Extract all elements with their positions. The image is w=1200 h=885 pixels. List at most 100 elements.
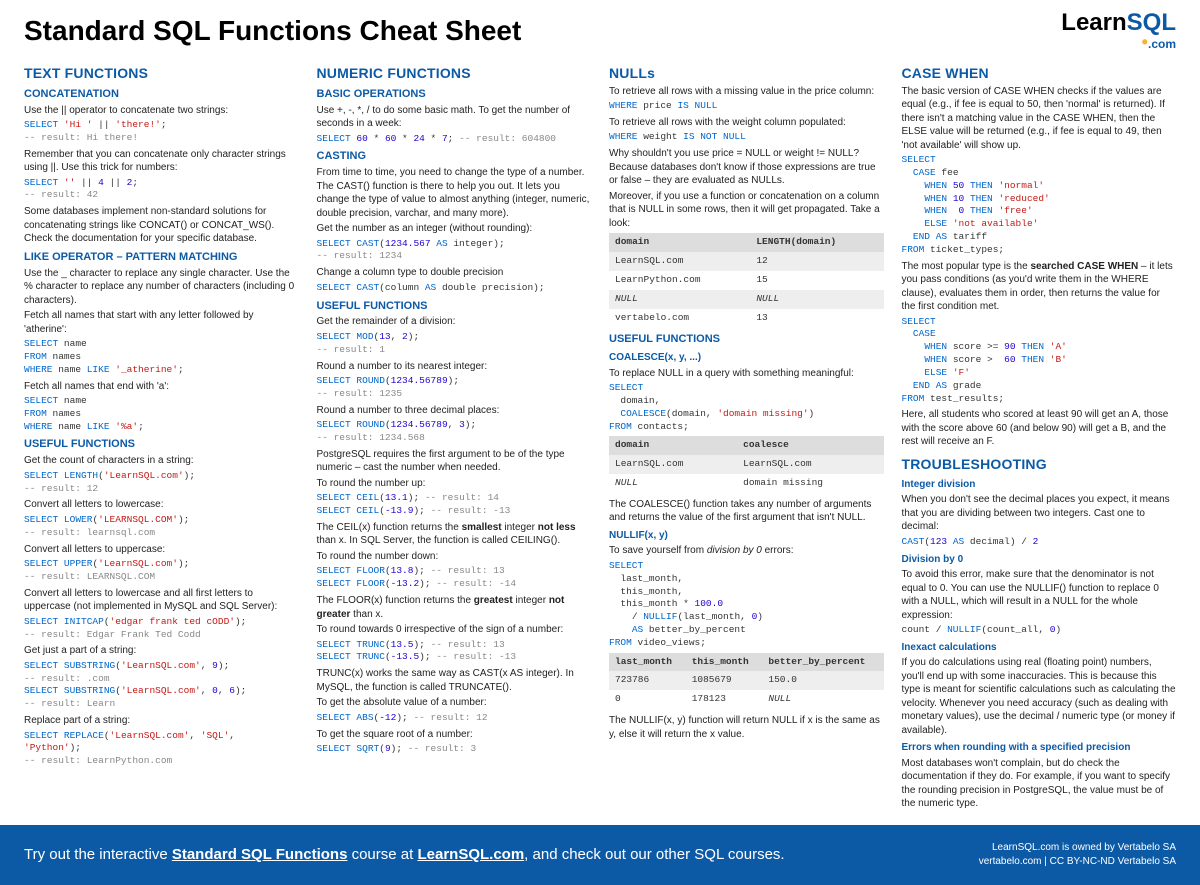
text: Some databases implement non-standard so…: [24, 205, 299, 246]
heading-integer-division: Integer division: [902, 478, 1177, 492]
table-nullif: last_monththis_monthbetter_by_percent 72…: [609, 653, 884, 709]
code-block: SELECT CAST(1234.567 AS integer); -- res…: [317, 238, 592, 264]
text: To round the number down:: [317, 550, 592, 564]
code-block: WHERE price IS NULL: [609, 100, 884, 113]
table-row: NULLNULL: [609, 290, 884, 309]
text: TRUNC(x) works the same way as CAST(x AS…: [317, 667, 592, 694]
text: To replace NULL in a query with somethin…: [609, 367, 884, 381]
text: Use the _ character to replace any singl…: [24, 267, 299, 308]
table-row: LearnSQL.com12: [609, 252, 884, 271]
text: Remember that you can concatenate only c…: [24, 148, 299, 175]
code-block: SELECT ROUND(1234.56789, 3); -- result: …: [317, 419, 592, 445]
text: Most databases won't complain, but do ch…: [902, 757, 1177, 811]
code-block: SELECT '' || 4 || 2; -- result: 42: [24, 177, 299, 203]
text: The CEIL(x) function returns the smalles…: [317, 521, 592, 548]
page: Standard SQL Functions Cheat Sheet Learn…: [0, 0, 1200, 885]
table-row: NULLdomain missing: [609, 474, 884, 493]
table-row: LearnPython.com15: [609, 271, 884, 290]
footer-left: Try out the interactive Standard SQL Fun…: [24, 846, 785, 863]
text: Fetch all names that end with 'a':: [24, 380, 299, 394]
text: If you do calculations using real (float…: [902, 656, 1177, 737]
text: To retrieve all rows with a missing valu…: [609, 85, 884, 99]
text: When you don't see the decimal places yo…: [902, 493, 1177, 534]
code-block: SELECT LOWER('LEARNSQL.COM'); -- result:…: [24, 514, 299, 540]
heading-text-functions: TEXT FUNCTIONS: [24, 64, 299, 83]
text: PostgreSQL requires the first argument t…: [317, 448, 592, 475]
code-block: SELECT LENGTH('LearnSQL.com'); -- result…: [24, 470, 299, 496]
heading-basic-operations: BASIC OPERATIONS: [317, 87, 592, 102]
code-block: SELECT CAST(column AS double precision);: [317, 282, 592, 295]
heading-case-when: CASE WHEN: [902, 64, 1177, 83]
columns: TEXT FUNCTIONS CONCATENATION Use the || …: [0, 58, 1200, 825]
text: Change a column type to double precision: [317, 266, 592, 280]
code-block: SELECT ROUND(1234.56789); -- result: 123…: [317, 375, 592, 401]
table-row: 7237861085679150.0: [609, 671, 884, 690]
footer: Try out the interactive Standard SQL Fun…: [0, 825, 1200, 885]
code-block: SELECT INITCAP('edgar frank ted cODD'); …: [24, 616, 299, 642]
text: From time to time, you need to change th…: [317, 166, 592, 220]
text: To round towards 0 irrespective of the s…: [317, 623, 592, 637]
text: Get just a part of a string:: [24, 644, 299, 658]
text: Why shouldn't you use price = NULL or we…: [609, 147, 884, 188]
table-coalesce: domaincoalesce LearnSQL.comLearnSQL.com …: [609, 436, 884, 492]
code-block: SELECT last_month, this_month, this_mont…: [609, 560, 884, 650]
link-learnsql[interactable]: LearnSQL.com: [417, 846, 524, 863]
text: Convert all letters to uppercase:: [24, 543, 299, 557]
text: To round the number up:: [317, 477, 592, 491]
code-block: SELECT CEIL(13.1); -- result: 14 SELECT …: [317, 492, 592, 518]
footer-right: LearnSQL.com is owned by Vertabelo SA ve…: [979, 841, 1176, 869]
code-block: SELECT UPPER('LearnSQL.com'); -- result:…: [24, 558, 299, 584]
link-course[interactable]: Standard SQL Functions: [172, 846, 348, 863]
heading-useful-functions-2: USEFUL FUNCTIONS: [317, 299, 592, 314]
heading-coalesce: COALESCE(x, y, ...): [609, 351, 884, 365]
heading-division-by-zero: Division by 0: [902, 553, 1177, 567]
code-block: SELECT name FROM names WHERE name LIKE '…: [24, 338, 299, 376]
column-1: TEXT FUNCTIONS CONCATENATION Use the || …: [24, 58, 299, 813]
column-4: CASE WHEN The basic version of CASE WHEN…: [902, 58, 1177, 813]
text: Replace part of a string:: [24, 714, 299, 728]
code-block: SELECT CASE WHEN score >= 90 THEN 'A' WH…: [902, 316, 1177, 406]
code-block: SELECT FLOOR(13.8); -- result: 13 SELECT…: [317, 565, 592, 591]
heading-rounding-errors: Errors when rounding with a specified pr…: [902, 741, 1177, 755]
code-block: SELECT name FROM names WHERE name LIKE '…: [24, 395, 299, 433]
text: To retrieve all rows with the weight col…: [609, 116, 884, 130]
code-block: SELECT 60 * 60 * 24 * 7; -- result: 6048…: [317, 133, 592, 146]
text: Convert all letters to lowercase:: [24, 498, 299, 512]
code-block: SELECT ABS(-12); -- result: 12: [317, 712, 592, 725]
table-length-domain: domainLENGTH(domain) LearnSQL.com12 Lear…: [609, 233, 884, 327]
heading-nulls: NULLs: [609, 64, 884, 83]
heading-inexact-calculations: Inexact calculations: [902, 641, 1177, 655]
heading-numeric-functions: NUMERIC FUNCTIONS: [317, 64, 592, 83]
text: Use +, -, *, / to do some basic math. To…: [317, 104, 592, 131]
code-block: SELECT SQRT(9); -- result: 3: [317, 743, 592, 756]
text: Here, all students who scored at least 9…: [902, 408, 1177, 449]
header: Standard SQL Functions Cheat Sheet Learn…: [0, 0, 1200, 58]
text: Get the count of characters in a string:: [24, 454, 299, 468]
table-row: LearnSQL.comLearnSQL.com: [609, 455, 884, 474]
text: The most popular type is the searched CA…: [902, 260, 1177, 314]
code-block: WHERE weight IS NOT NULL: [609, 131, 884, 144]
text: Moreover, if you use a function or conca…: [609, 190, 884, 231]
heading-concatenation: CONCATENATION: [24, 87, 299, 102]
text: Round a number to its nearest integer:: [317, 360, 592, 374]
heading-casting: CASTING: [317, 149, 592, 164]
column-2: NUMERIC FUNCTIONS BASIC OPERATIONS Use +…: [317, 58, 592, 813]
text: Use the || operator to concatenate two s…: [24, 104, 299, 118]
code-block: SELECT SUBSTRING('LearnSQL.com', 9); -- …: [24, 660, 299, 711]
text: The basic version of CASE WHEN checks if…: [902, 85, 1177, 153]
logo: LearnSQL •.com: [1061, 12, 1176, 50]
text: To get the absolute value of a number:: [317, 696, 592, 710]
column-3: NULLs To retrieve all rows with a missin…: [609, 58, 884, 813]
page-title: Standard SQL Functions Cheat Sheet: [24, 15, 521, 47]
code-block: SELECT domain, COALESCE(domain, 'domain …: [609, 382, 884, 433]
text: The COALESCE() function takes any number…: [609, 498, 884, 525]
code-block: SELECT TRUNC(13.5); -- result: 13 SELECT…: [317, 639, 592, 665]
code-block: SELECT REPLACE('LearnSQL.com', 'SQL', 'P…: [24, 730, 299, 768]
heading-useful-functions-3: USEFUL FUNCTIONS: [609, 332, 884, 347]
table-row: vertabelo.com13: [609, 309, 884, 328]
text: The FLOOR(x) function returns the greate…: [317, 594, 592, 621]
code-block: SELECT MOD(13, 2); -- result: 1: [317, 331, 592, 357]
text: Get the remainder of a division:: [317, 315, 592, 329]
heading-like: LIKE OPERATOR – PATTERN MATCHING: [24, 250, 299, 265]
text: Round a number to three decimal places:: [317, 404, 592, 418]
